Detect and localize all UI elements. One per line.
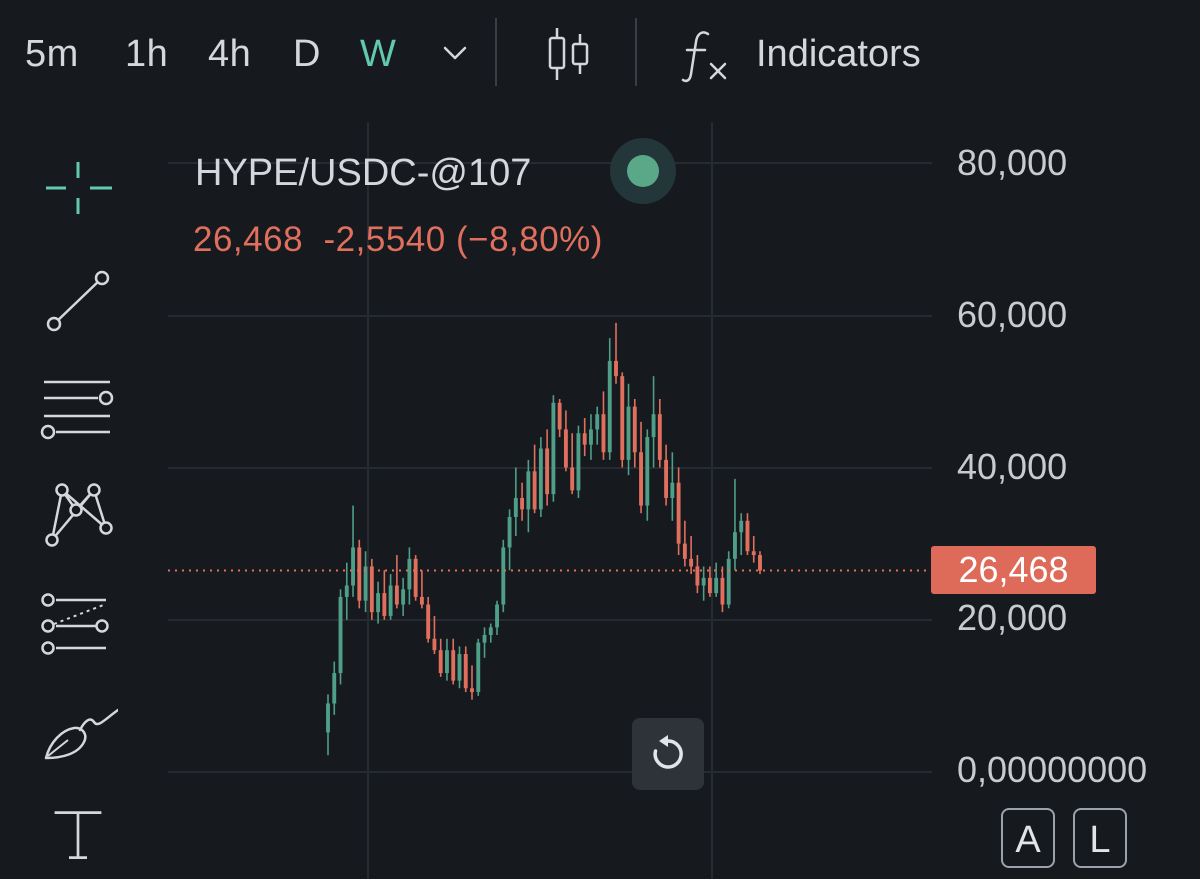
candle-body bbox=[482, 634, 487, 643]
candle-body bbox=[607, 360, 612, 453]
symbol-label: HYPE/USDC-@107 bbox=[195, 152, 532, 194]
candle-body bbox=[344, 585, 349, 597]
candle-body bbox=[614, 360, 618, 377]
candle-body bbox=[758, 555, 762, 571]
candle-body bbox=[538, 448, 543, 510]
candle-body bbox=[745, 520, 750, 552]
candle-body bbox=[526, 471, 531, 510]
candle-body bbox=[413, 558, 418, 597]
candle-body bbox=[657, 414, 662, 460]
y-axis-tick: 20,000 bbox=[957, 597, 1068, 638]
candle-body bbox=[426, 604, 431, 639]
candle-body bbox=[488, 627, 493, 635]
auto-scale-button[interactable]: A bbox=[1001, 808, 1055, 868]
candle-body bbox=[326, 703, 330, 733]
candle-body bbox=[595, 414, 600, 430]
candle-body bbox=[701, 577, 706, 586]
candle-body bbox=[626, 406, 631, 460]
candle-body bbox=[557, 402, 562, 430]
candle-body bbox=[551, 402, 556, 495]
candle-body bbox=[419, 596, 424, 605]
candle-body bbox=[601, 414, 606, 453]
price-change-percent: (−8,80%) bbox=[455, 220, 603, 259]
candle-body bbox=[457, 654, 462, 681]
candle-body bbox=[670, 482, 675, 498]
candle-body bbox=[388, 585, 393, 616]
candle-body bbox=[720, 577, 725, 605]
candle-body bbox=[363, 566, 368, 601]
candle-body bbox=[532, 471, 537, 510]
candle-body bbox=[338, 596, 343, 674]
log-scale-button[interactable]: L bbox=[1073, 808, 1127, 868]
candle-body bbox=[733, 532, 737, 559]
candle-body bbox=[620, 376, 625, 460]
candle-body bbox=[589, 429, 593, 445]
candle-body bbox=[445, 650, 449, 674]
candle-body bbox=[495, 604, 499, 628]
candle-body bbox=[570, 467, 575, 491]
candle-body bbox=[351, 547, 355, 586]
candle-body bbox=[664, 459, 669, 498]
candle-body bbox=[639, 452, 643, 506]
candle-body bbox=[695, 566, 700, 586]
candle-body bbox=[507, 516, 512, 548]
candle-body bbox=[332, 673, 337, 704]
status-dot bbox=[627, 155, 659, 187]
reset-chart-button[interactable] bbox=[632, 718, 704, 790]
candle-body bbox=[707, 577, 712, 594]
candle-body bbox=[501, 547, 506, 605]
candle-body bbox=[451, 650, 456, 681]
candle-body bbox=[382, 593, 387, 616]
candle-body bbox=[432, 638, 437, 651]
candle-body bbox=[726, 558, 731, 605]
candle-body bbox=[476, 642, 481, 693]
candle-body bbox=[463, 654, 468, 689]
y-axis-tick: 60,000 bbox=[957, 294, 1068, 335]
candle-body bbox=[376, 593, 381, 613]
candle-body bbox=[438, 650, 443, 674]
candle-body bbox=[714, 577, 719, 594]
last-price: 26,468 bbox=[193, 220, 304, 259]
price-change-line: 26,468 -2,5540 (−8,80%) bbox=[193, 218, 603, 262]
price-change: -2,5540 bbox=[323, 220, 446, 259]
candle-body bbox=[739, 520, 744, 533]
candle-body bbox=[520, 497, 525, 510]
price-chart[interactable] bbox=[0, 0, 1200, 879]
candle-body bbox=[632, 406, 637, 453]
candle-body bbox=[563, 429, 568, 468]
candle-body bbox=[645, 437, 650, 506]
y-axis-tick: 0,00000000 bbox=[957, 749, 1148, 790]
candle-body bbox=[576, 433, 581, 491]
y-axis-tick: 80,000 bbox=[957, 142, 1068, 183]
y-axis-tick: 40,000 bbox=[957, 446, 1068, 487]
candle-body bbox=[682, 543, 687, 559]
candle-body bbox=[357, 547, 362, 601]
candle-body bbox=[407, 558, 412, 590]
current-price-tag: 26,468 bbox=[931, 546, 1096, 594]
candle-body bbox=[582, 433, 587, 445]
candle-body bbox=[751, 551, 756, 556]
candlestick-series bbox=[326, 322, 762, 756]
reset-icon bbox=[653, 735, 683, 769]
live-status-indicator bbox=[610, 138, 676, 204]
candle-body bbox=[470, 688, 474, 693]
candle-body bbox=[401, 589, 406, 605]
candle-body bbox=[394, 585, 399, 605]
candle-body bbox=[676, 482, 681, 544]
candle-body bbox=[545, 448, 550, 495]
candle-body bbox=[513, 497, 518, 517]
candle-body bbox=[689, 558, 694, 567]
candle-body bbox=[651, 414, 656, 438]
candle-body bbox=[369, 566, 374, 613]
